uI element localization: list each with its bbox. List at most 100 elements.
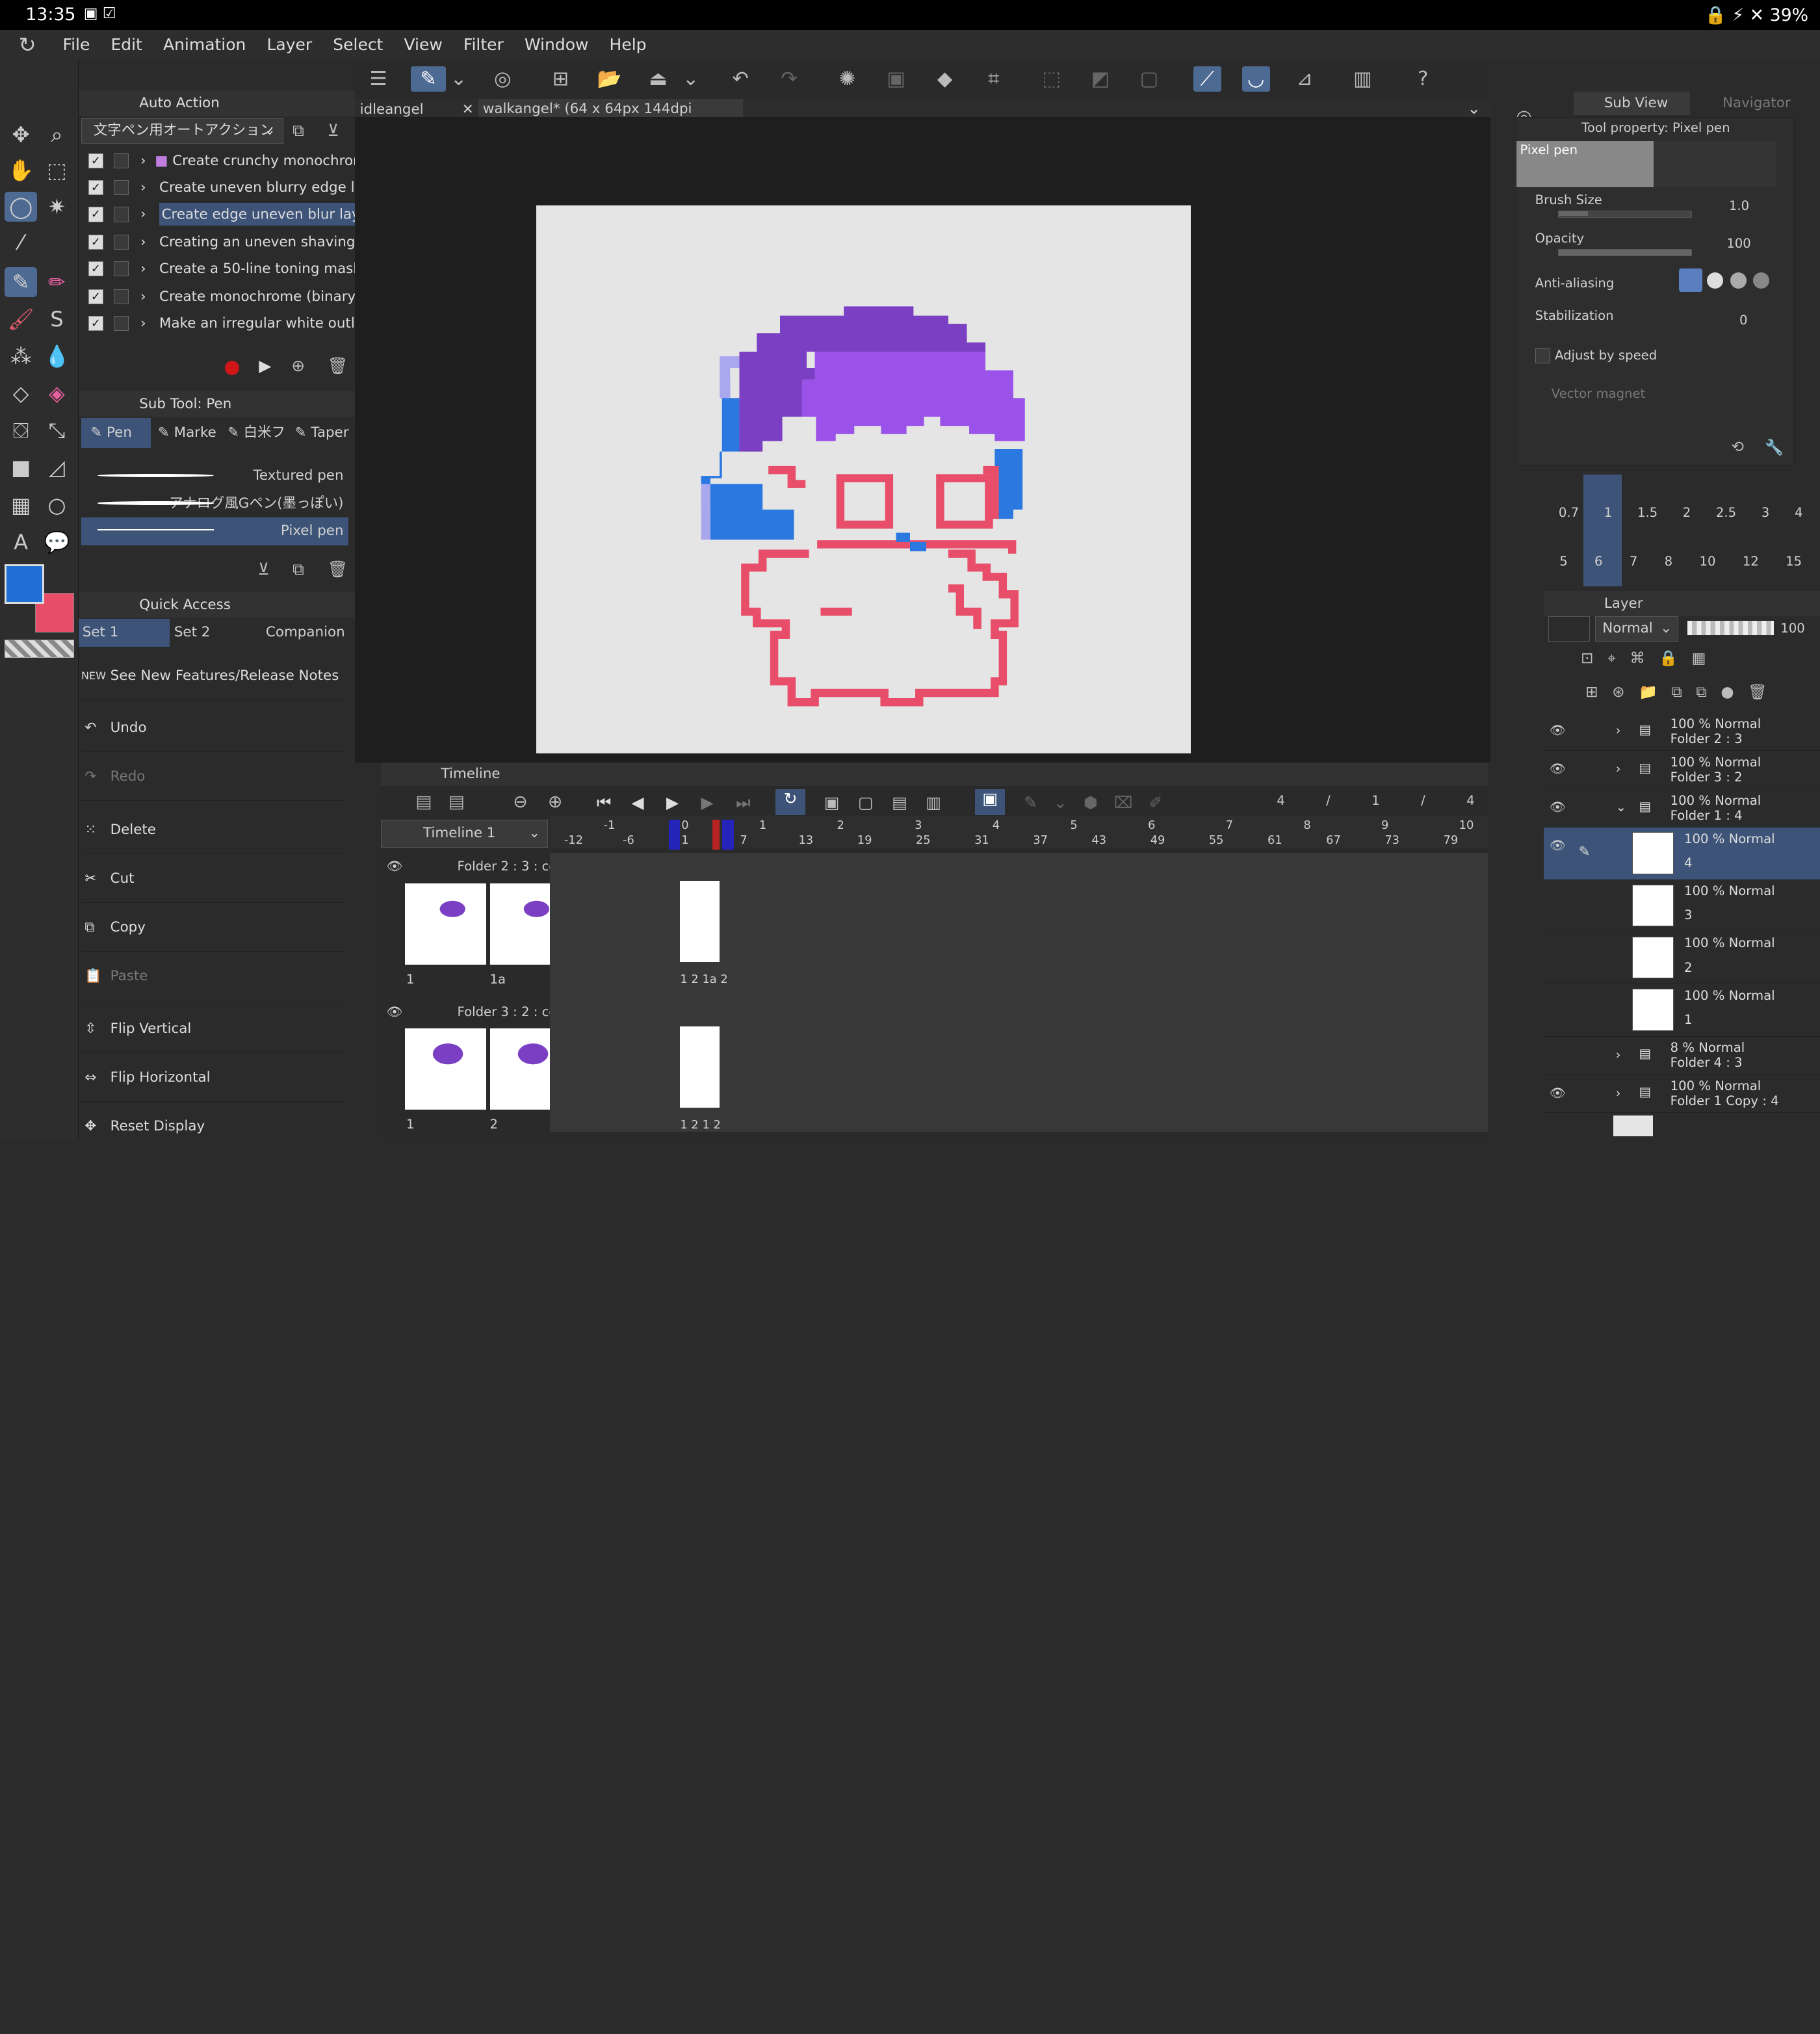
blend-icon[interactable]: 💧	[40, 341, 73, 371]
list-item[interactable]: ✓ › Create monochrome (binary) 5	[88, 283, 355, 310]
qa-flip-horizontal[interactable]: ⇔ Flip Horizontal	[81, 1053, 346, 1102]
open-icon[interactable]: 📂	[595, 66, 623, 92]
list-item[interactable]: ✓› Create uneven blurry edge laye	[88, 174, 355, 201]
eyedropper-icon[interactable]: ⁄	[5, 228, 37, 257]
redo-icon[interactable]: ↷	[775, 66, 803, 92]
qa-new-features[interactable]: NEW See New Features/Release Notes	[81, 651, 346, 700]
brush-icon[interactable]: 🖌	[5, 304, 37, 334]
tab-walkangel[interactable]: walkangel* (64 x 64px 144dpi 1572.9%) ●	[478, 98, 743, 138]
qa-paste[interactable]: 📋 Paste	[81, 952, 346, 1001]
menu-help[interactable]: Help	[599, 35, 656, 54]
gradient-icon[interactable]: ⤡	[40, 415, 73, 445]
track-folder2[interactable]: 👁 Folder 2 : 3 : cel 1 1a	[381, 853, 571, 992]
tab-brush[interactable]: ✎ 白米フ	[223, 418, 288, 448]
tab-set1[interactable]: Set 1	[79, 618, 170, 647]
transform-icon[interactable]: ⌗	[980, 66, 1008, 92]
opacity-value[interactable]: 100	[1726, 236, 1750, 251]
range-start-marker[interactable]	[668, 819, 681, 850]
menu-icon[interactable]: ☰	[365, 66, 393, 92]
ellipse-icon[interactable]: ○	[40, 490, 73, 520]
save-icon[interactable]: ⏏	[644, 66, 672, 92]
busy-icon[interactable]: ✺	[833, 66, 861, 92]
layer-row[interactable]: 👁 › ▤ 100 % Normal Folder 3 : 2	[1543, 751, 1820, 790]
snap-special-icon[interactable]: ◡	[1242, 66, 1270, 92]
menu-edit[interactable]: Edit	[100, 35, 153, 54]
chevron-down-icon[interactable]: ⌄	[682, 66, 699, 92]
reset-icon[interactable]: ⟲	[1731, 438, 1743, 456]
fill-eraser-icon[interactable]: ◈	[40, 378, 73, 408]
pencil-icon[interactable]: ✏	[40, 267, 73, 297]
list-item[interactable]: ✓ › ■ Create crunchy monochrome	[88, 148, 355, 174]
companion-icon[interactable]: ◎	[489, 66, 517, 92]
import-icon[interactable]: ⊻	[328, 121, 339, 140]
app-logo-icon[interactable]: ↻	[0, 33, 52, 57]
fill-icon[interactable]: ◆	[931, 66, 959, 92]
menu-view[interactable]: View	[393, 35, 452, 54]
tab-pen[interactable]: ✎ Pen	[81, 417, 151, 449]
eraser-icon[interactable]: ◇	[5, 378, 37, 408]
magic-wand-icon[interactable]: ✷	[40, 192, 73, 222]
fill-icon[interactable]: ⛋	[5, 415, 37, 445]
eye-icon[interactable]: 👁	[387, 859, 403, 874]
add-command-icon[interactable]: ⊕	[291, 356, 305, 375]
loop-icon[interactable]: ↻	[775, 789, 806, 815]
wrench-icon[interactable]: 🔧	[1765, 438, 1784, 456]
play-icon[interactable]: ▶	[666, 793, 679, 812]
tab-subview[interactable]: Sub View	[1574, 92, 1690, 115]
prev-frame-icon[interactable]: ◀	[631, 793, 644, 812]
layer-tools-row2[interactable]: ⊞⊛📁⧉⧉●🗑	[1585, 683, 1781, 701]
range-end-marker[interactable]	[722, 819, 734, 850]
qa-copy[interactable]: ⧉ Copy	[81, 903, 346, 952]
eye-icon[interactable]: 👁	[1550, 761, 1568, 776]
menu-file[interactable]: File	[52, 35, 100, 54]
adjust-speed-row[interactable]: Adjust by speed	[1535, 348, 1657, 363]
next-frame-icon[interactable]: ▶	[701, 793, 714, 812]
subtool-item[interactable]: Textured pen	[81, 462, 348, 490]
eye-icon[interactable]: 👁	[1550, 1086, 1568, 1101]
tab-navigator[interactable]: Navigator	[1693, 92, 1809, 115]
aa-weak-icon[interactable]	[1706, 272, 1723, 289]
eye-icon[interactable]: 👁	[1550, 838, 1568, 853]
menu-animation[interactable]: Animation	[153, 35, 257, 54]
balloon-icon[interactable]: 💬	[40, 527, 73, 557]
new-file-icon[interactable]: ⊞	[547, 66, 575, 92]
help-icon[interactable]: ?	[1409, 66, 1437, 92]
tab-idleangel[interactable]: idleangel ✕	[360, 100, 476, 120]
preset-preview[interactable]: Pixel pen	[1516, 141, 1654, 188]
timeline-tools[interactable]: ▤▤	[415, 792, 481, 812]
timeline-select[interactable]: Timeline 1 ⌄	[380, 819, 548, 848]
aa-strong-icon[interactable]	[1753, 272, 1770, 289]
layer-row[interactable]: 👁 › ▤ 100 % Normal Folder 2 : 3	[1543, 712, 1820, 751]
layer-opacity-slider[interactable]	[1687, 621, 1774, 635]
layer-color-select[interactable]	[1548, 616, 1591, 642]
tab-taper[interactable]: ✎ Taper	[290, 418, 355, 448]
eye-icon[interactable]: 👁	[387, 1004, 403, 1019]
pen-icon[interactable]: ✎	[5, 267, 38, 298]
transparent-color[interactable]	[5, 639, 75, 658]
cel-thumbnail[interactable]	[405, 883, 487, 965]
brush-size-palette[interactable]: 0.7 1 1.5 2 2.5 3 4 5 6 7 8 10 12 15	[1546, 475, 1815, 591]
layer-tools-row1[interactable]: ⊡⌖⌘🔒▦	[1581, 649, 1720, 667]
copy-subtool-icon[interactable]: ⧉	[292, 560, 304, 579]
deselect-icon[interactable]: ⬚	[1037, 66, 1065, 92]
zoom-in-icon[interactable]: ⊕	[548, 792, 562, 812]
cel-tools[interactable]: ▣▢▤▥	[824, 793, 960, 812]
eye-icon[interactable]: 👁	[1550, 800, 1568, 815]
track-folder3[interactable]: 👁 Folder 3 : 2 : cel 1 2	[381, 998, 571, 1138]
layer-row-selected[interactable]: 👁 ✎ 100 % Normal 4	[1543, 828, 1820, 880]
clear-icon[interactable]: ▣	[882, 66, 910, 92]
qa-reset-display[interactable]: ✥ Reset Display	[81, 1102, 346, 1151]
zoom-icon[interactable]: ⌕	[40, 120, 73, 150]
object-icon[interactable]: ⬚	[40, 155, 73, 185]
action-set-select[interactable]: 文字ペン用オートアクション ⌄	[81, 118, 283, 144]
decoration-icon[interactable]: S	[40, 304, 73, 334]
selection-icon[interactable]: ▢	[1135, 66, 1163, 92]
subtool-item[interactable]: アナログ風Gペン(墨っぽい)	[81, 490, 348, 518]
layer-row[interactable]: 👁 ⌄ ▤ 100 % Normal Folder 1 : 4	[1543, 789, 1820, 828]
airbrush-icon[interactable]: ⁂	[5, 341, 37, 371]
eye-icon[interactable]: 👁	[1550, 723, 1568, 738]
hand-icon[interactable]: ✋	[5, 155, 37, 185]
device-icon[interactable]: ▥	[1349, 66, 1377, 92]
cel-strip[interactable]	[680, 1026, 720, 1108]
qa-delete[interactable]: ⁙ Delete	[81, 805, 346, 855]
